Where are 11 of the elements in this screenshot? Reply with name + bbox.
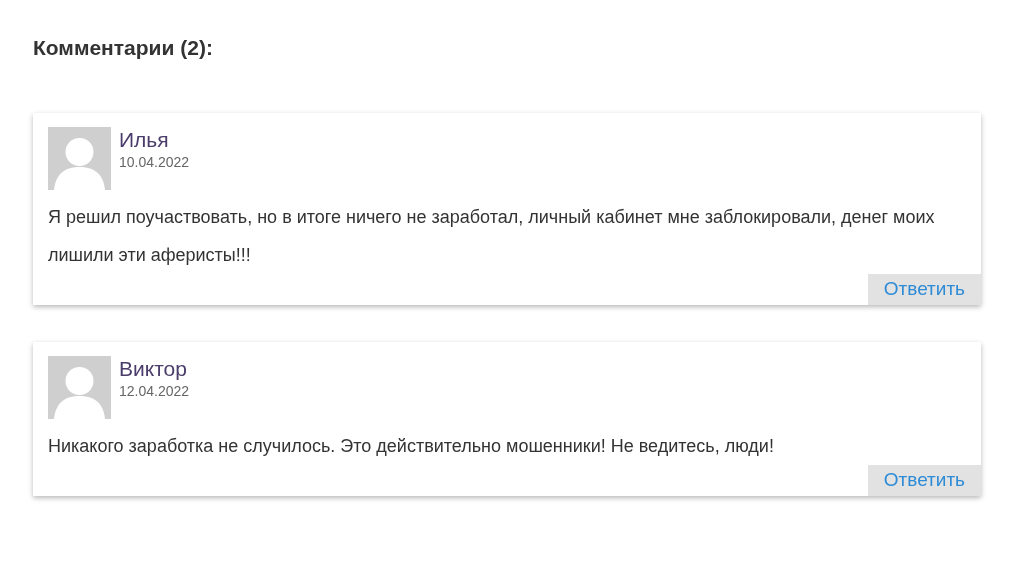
comment-date: 10.04.2022 xyxy=(119,153,190,171)
comments-heading: Комментарии (2): xyxy=(33,35,214,61)
comment-text: Никакого заработка не случилось. Это действительно мошенники! Не ведитесь, люди! xyxy=(48,435,775,458)
comment-text: Я решил поучаствовать, но в итоге ничего не заработал, личный кабинет мне заблокировали, денег моих лишили эти аферисты!!! xyxy=(48,206,936,267)
author-name: Илья xyxy=(119,127,170,153)
reply-button[interactable]: Ответить xyxy=(867,465,981,496)
reply-button[interactable]: Ответить xyxy=(867,274,981,305)
comment-date: 12.04.2022 xyxy=(119,382,190,400)
avatar-icon xyxy=(48,127,111,190)
avatar-icon xyxy=(48,356,111,419)
author-name: Виктор xyxy=(119,356,188,382)
